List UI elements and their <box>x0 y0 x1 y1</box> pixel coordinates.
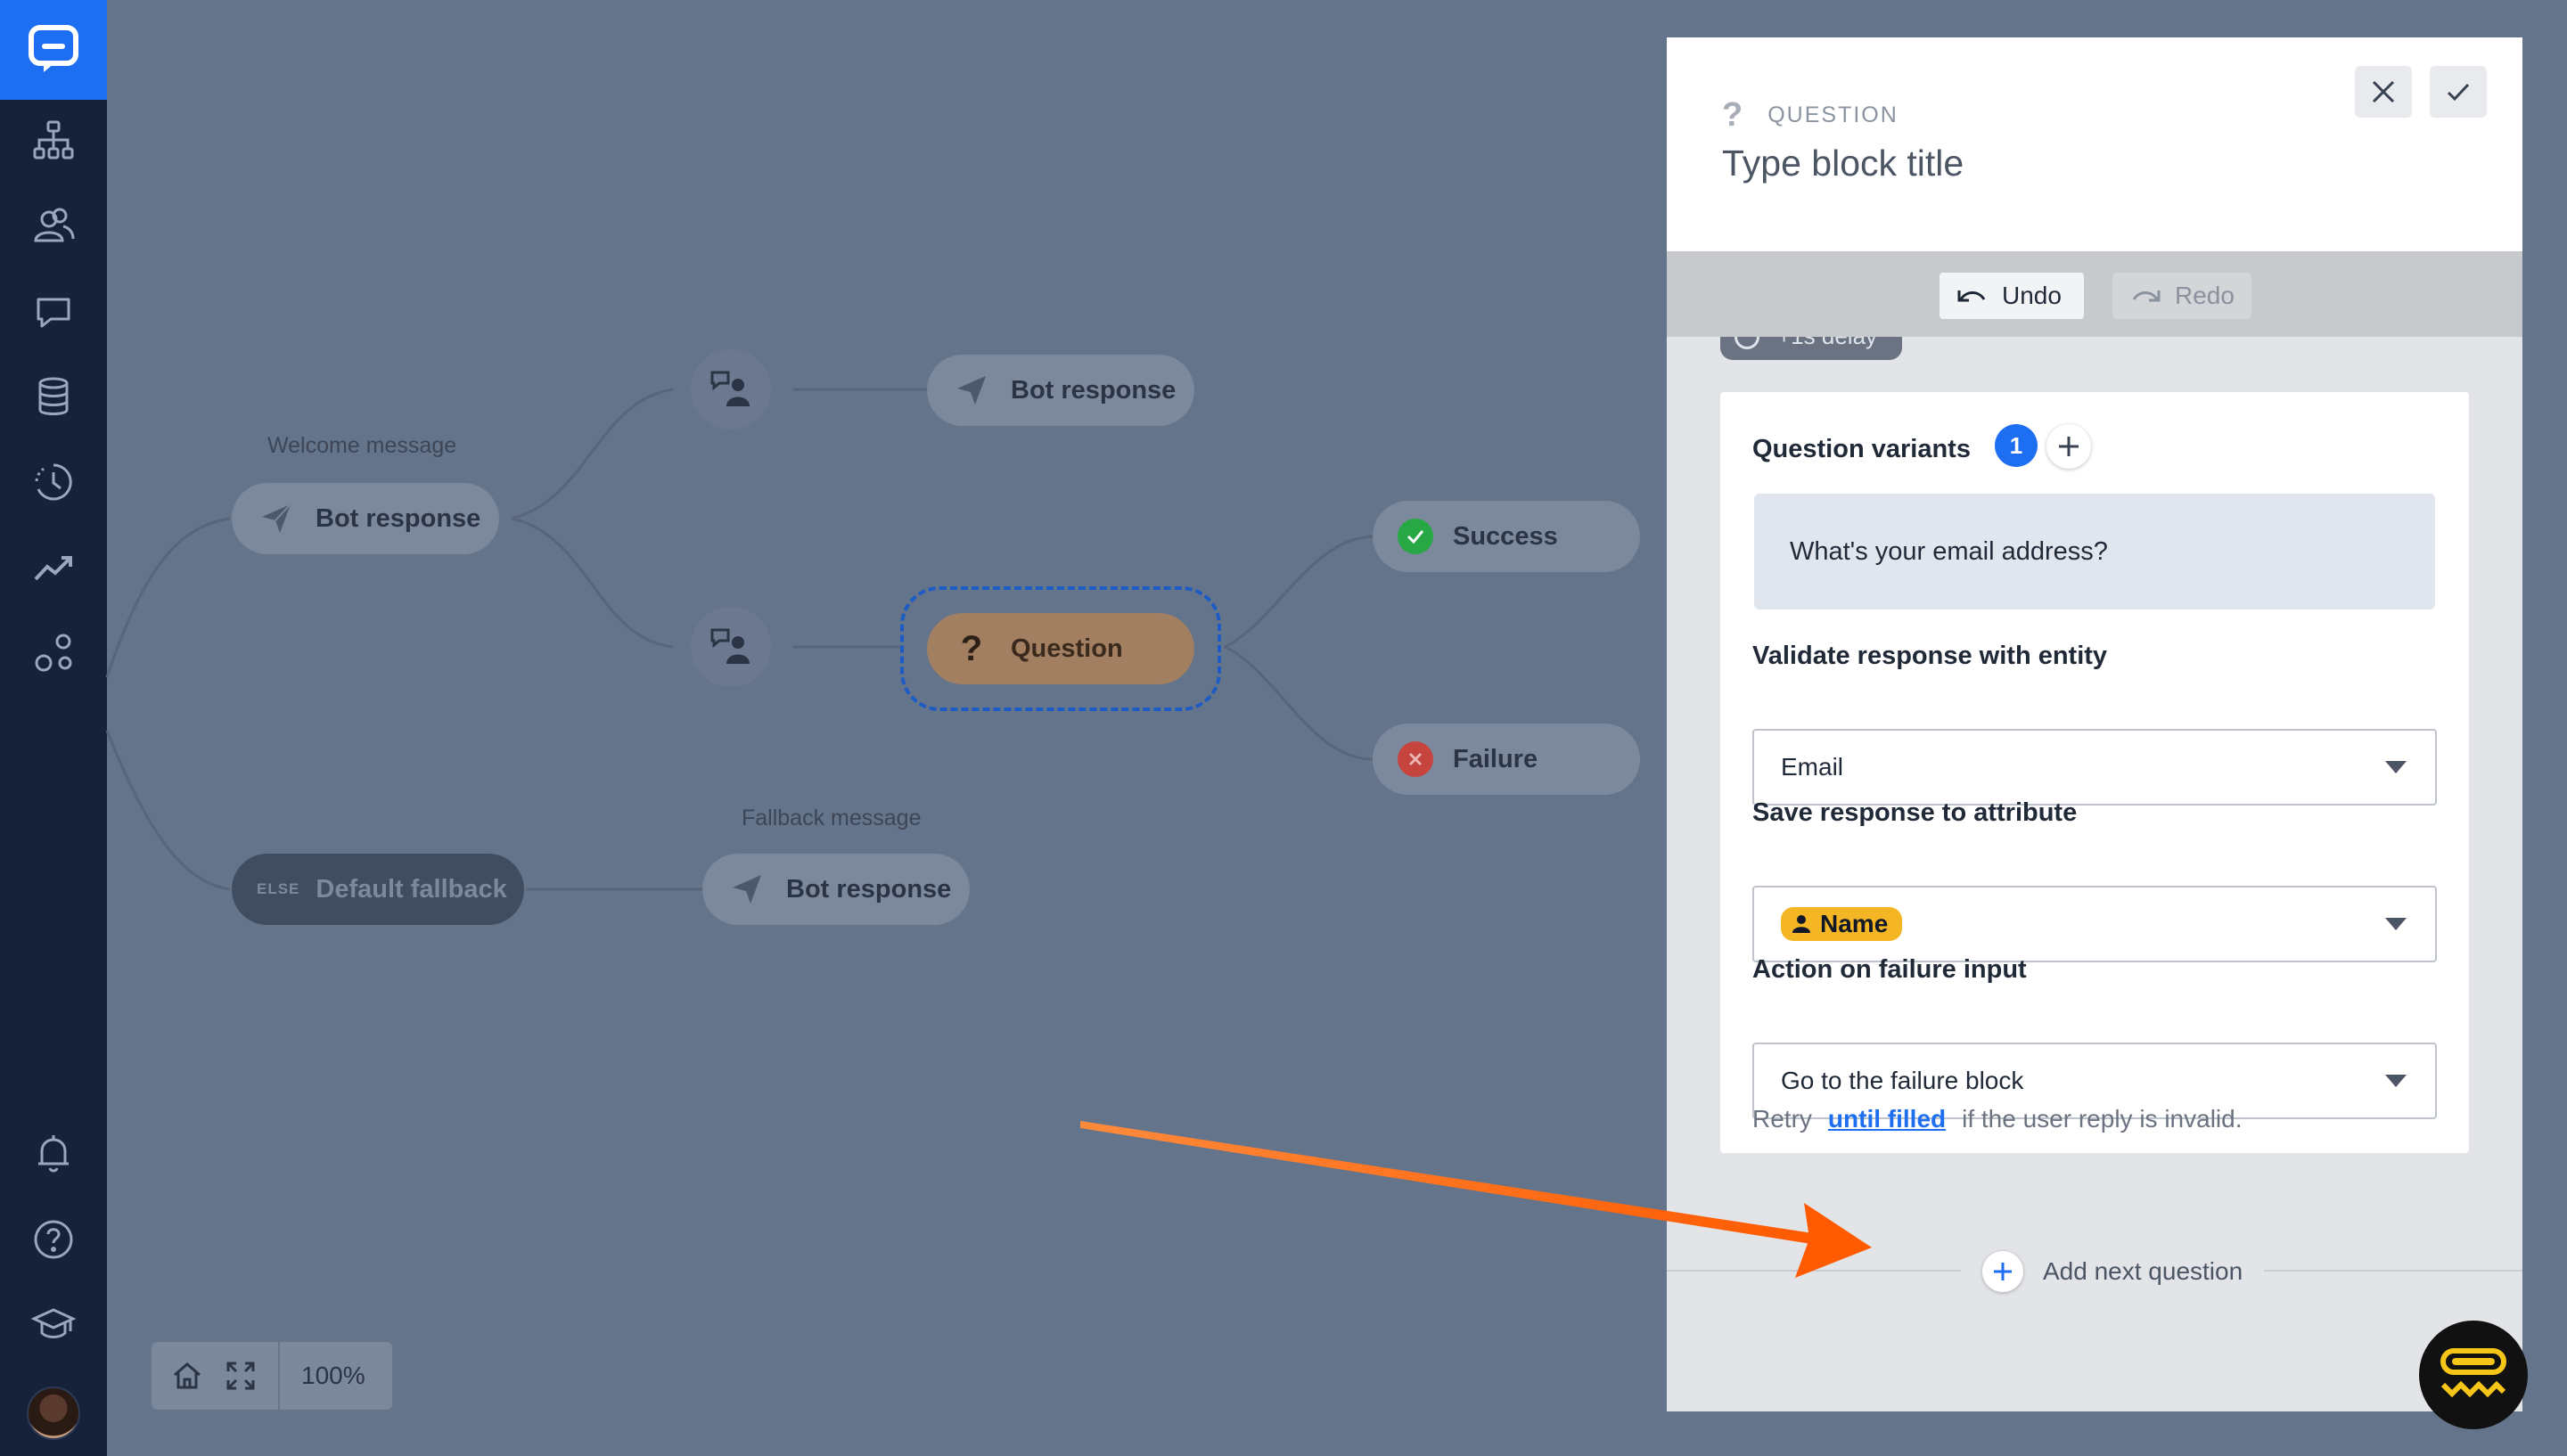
fallback-message-label: Fallback message <box>742 806 922 830</box>
failure-node[interactable]: Failure <box>1373 724 1640 795</box>
check-circle-icon <box>1398 519 1433 554</box>
node-label: Bot response <box>786 874 952 904</box>
block-kind-label: QUESTION <box>1767 102 1899 127</box>
person-icon <box>1792 915 1810 933</box>
history-bar <box>1667 251 2522 337</box>
fallback-bot-response-node[interactable]: Bot response <box>702 854 970 925</box>
redo-icon <box>2132 290 2161 302</box>
retry-suffix: if the user reply is invalid. <box>1962 1105 2243 1133</box>
home-icon <box>174 1362 201 1389</box>
attribute-chip-label: Name <box>1820 910 1889 937</box>
user-chat-icon <box>710 628 750 664</box>
success-node[interactable]: Success <box>1373 501 1640 572</box>
user-input-node-top[interactable] <box>691 349 771 429</box>
question-settings-card: Question variants 1 What's your email ad… <box>1720 392 2469 1153</box>
send-icon <box>729 871 765 907</box>
plus-icon <box>2059 437 2079 456</box>
add-next-question-label: Add next question <box>2043 1257 2243 1285</box>
variant-count-badge: 1 <box>1995 424 2038 467</box>
question-mark-icon: ? <box>1722 96 1745 134</box>
failure-action-value: Go to the failure block <box>1781 1067 2024 1094</box>
widget-logo-icon <box>2440 1348 2506 1398</box>
undo-label: Undo <box>2002 282 2062 309</box>
question-mark-icon: ? <box>960 628 983 668</box>
close-button[interactable] <box>2355 66 2412 118</box>
plus-circle-icon <box>1982 1251 2023 1292</box>
block-title-input[interactable]: Type block title <box>1722 143 1964 184</box>
redo-label: Redo <box>2175 282 2235 309</box>
confirm-button[interactable] <box>2430 66 2487 118</box>
canvas-zoom-toolbar: 100% <box>152 1342 392 1410</box>
save-attribute-select[interactable]: Name <box>1752 886 2437 962</box>
fit-screen-button[interactable] <box>214 1342 267 1410</box>
top-bot-response-node[interactable]: Bot response <box>927 355 1194 426</box>
chevron-down-icon <box>2385 918 2407 930</box>
validate-entity-label: Validate response with entity <box>1752 642 2108 670</box>
add-next-question-button[interactable]: Add next question <box>1961 1249 2265 1294</box>
save-attribute-label: Save response to attribute <box>1752 798 2078 827</box>
delay-pill[interactable]: +1s delay <box>1720 337 1902 360</box>
node-label: Success <box>1453 521 1558 551</box>
node-label: Failure <box>1453 744 1538 773</box>
welcome-bot-response-node[interactable]: Bot response <box>232 483 499 554</box>
add-variant-button[interactable] <box>2046 424 2091 469</box>
question-block-panel: ? QUESTION Type block title Undo Redo +1… <box>1667 37 2522 1411</box>
question-node[interactable]: ? Question <box>927 613 1194 684</box>
user-input-node-middle[interactable] <box>691 607 771 687</box>
node-label: Bot response <box>1011 375 1177 405</box>
zoom-divider <box>278 1342 280 1410</box>
close-icon <box>2372 80 2395 103</box>
zoom-level: 100% <box>301 1362 365 1389</box>
attribute-chip: Name <box>1781 907 1903 941</box>
default-fallback-node[interactable]: ELSE Default fallback <box>232 854 524 925</box>
validate-entity-value: Email <box>1781 753 1844 781</box>
user-chat-icon <box>710 371 750 406</box>
node-label: Bot response <box>316 503 481 533</box>
undo-icon <box>1957 290 1986 302</box>
else-tag: ELSE <box>257 880 300 897</box>
block-kind: ? QUESTION <box>1722 96 1899 135</box>
failure-action-label: Action on failure input <box>1752 955 2027 984</box>
node-label: Question <box>1011 634 1123 663</box>
chevron-down-icon <box>2385 1075 2407 1087</box>
clock-icon <box>1735 337 1759 349</box>
home-button[interactable] <box>160 1342 214 1410</box>
node-label: Default fallback <box>316 874 507 904</box>
retry-until-filled-link[interactable]: until filled <box>1828 1105 1946 1133</box>
expand-icon <box>226 1362 255 1390</box>
send-icon <box>258 501 294 536</box>
check-icon <box>2447 83 2470 102</box>
delay-label: +1s delay <box>1777 337 1877 350</box>
question-variant-text[interactable]: What's your email address? <box>1754 494 2435 609</box>
welcome-message-label: Welcome message <box>267 433 457 458</box>
redo-button[interactable]: Redo <box>2112 273 2251 319</box>
undo-button[interactable]: Undo <box>1940 273 2084 319</box>
chevron-down-icon <box>2385 761 2407 773</box>
panel-header: ? QUESTION Type block title <box>1667 37 2522 251</box>
floating-help-widget[interactable] <box>2419 1321 2528 1429</box>
x-circle-icon <box>1398 741 1433 777</box>
retry-sentence: Retry until filled if the user reply is … <box>1752 1105 2242 1133</box>
send-icon <box>954 372 989 408</box>
retry-prefix: Retry <box>1752 1105 1812 1133</box>
question-variants-label: Question variants <box>1752 435 1971 463</box>
validate-entity-select[interactable]: Email <box>1752 729 2437 806</box>
